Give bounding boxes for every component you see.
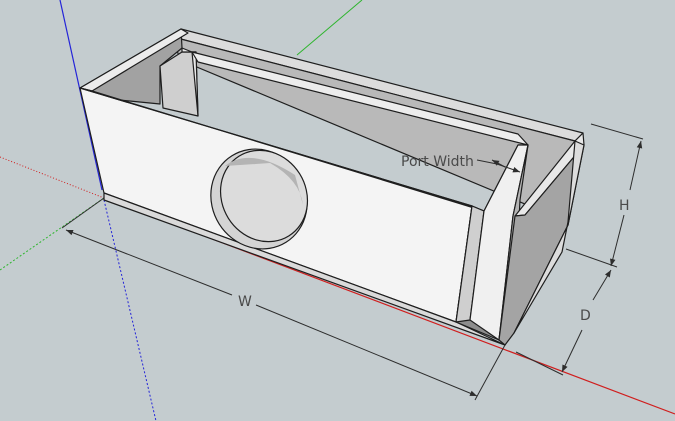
- height-extension-top: [590, 123, 644, 140]
- width-dimension-line-a: [65, 229, 233, 296]
- height-dimension-line-a: [629, 140, 643, 191]
- sketchup-viewport[interactable]: W H D Port Width: [0, 0, 675, 421]
- width-label: W: [238, 294, 252, 310]
- width-extension-left: [61, 197, 105, 229]
- y-axis-line: [296, 0, 363, 56]
- height-label: H: [619, 198, 630, 214]
- speaker-box[interactable]: [79, 28, 585, 346]
- height-dimension-line-b: [610, 214, 625, 267]
- x-axis-negative-line: [0, 156, 105, 199]
- depth-label: D: [580, 308, 591, 324]
- model-canvas[interactable]: W H D Port Width: [0, 0, 675, 421]
- depth-dimension-line-b: [561, 329, 583, 373]
- depth-extension-bottom: [515, 351, 564, 376]
- height-extension-bottom: [565, 248, 618, 268]
- depth-dimension-line-a: [592, 269, 612, 301]
- z-axis-negative-line: [103, 199, 157, 421]
- width-extension-right: [474, 344, 506, 401]
- port-width-label: Port Width: [401, 154, 474, 170]
